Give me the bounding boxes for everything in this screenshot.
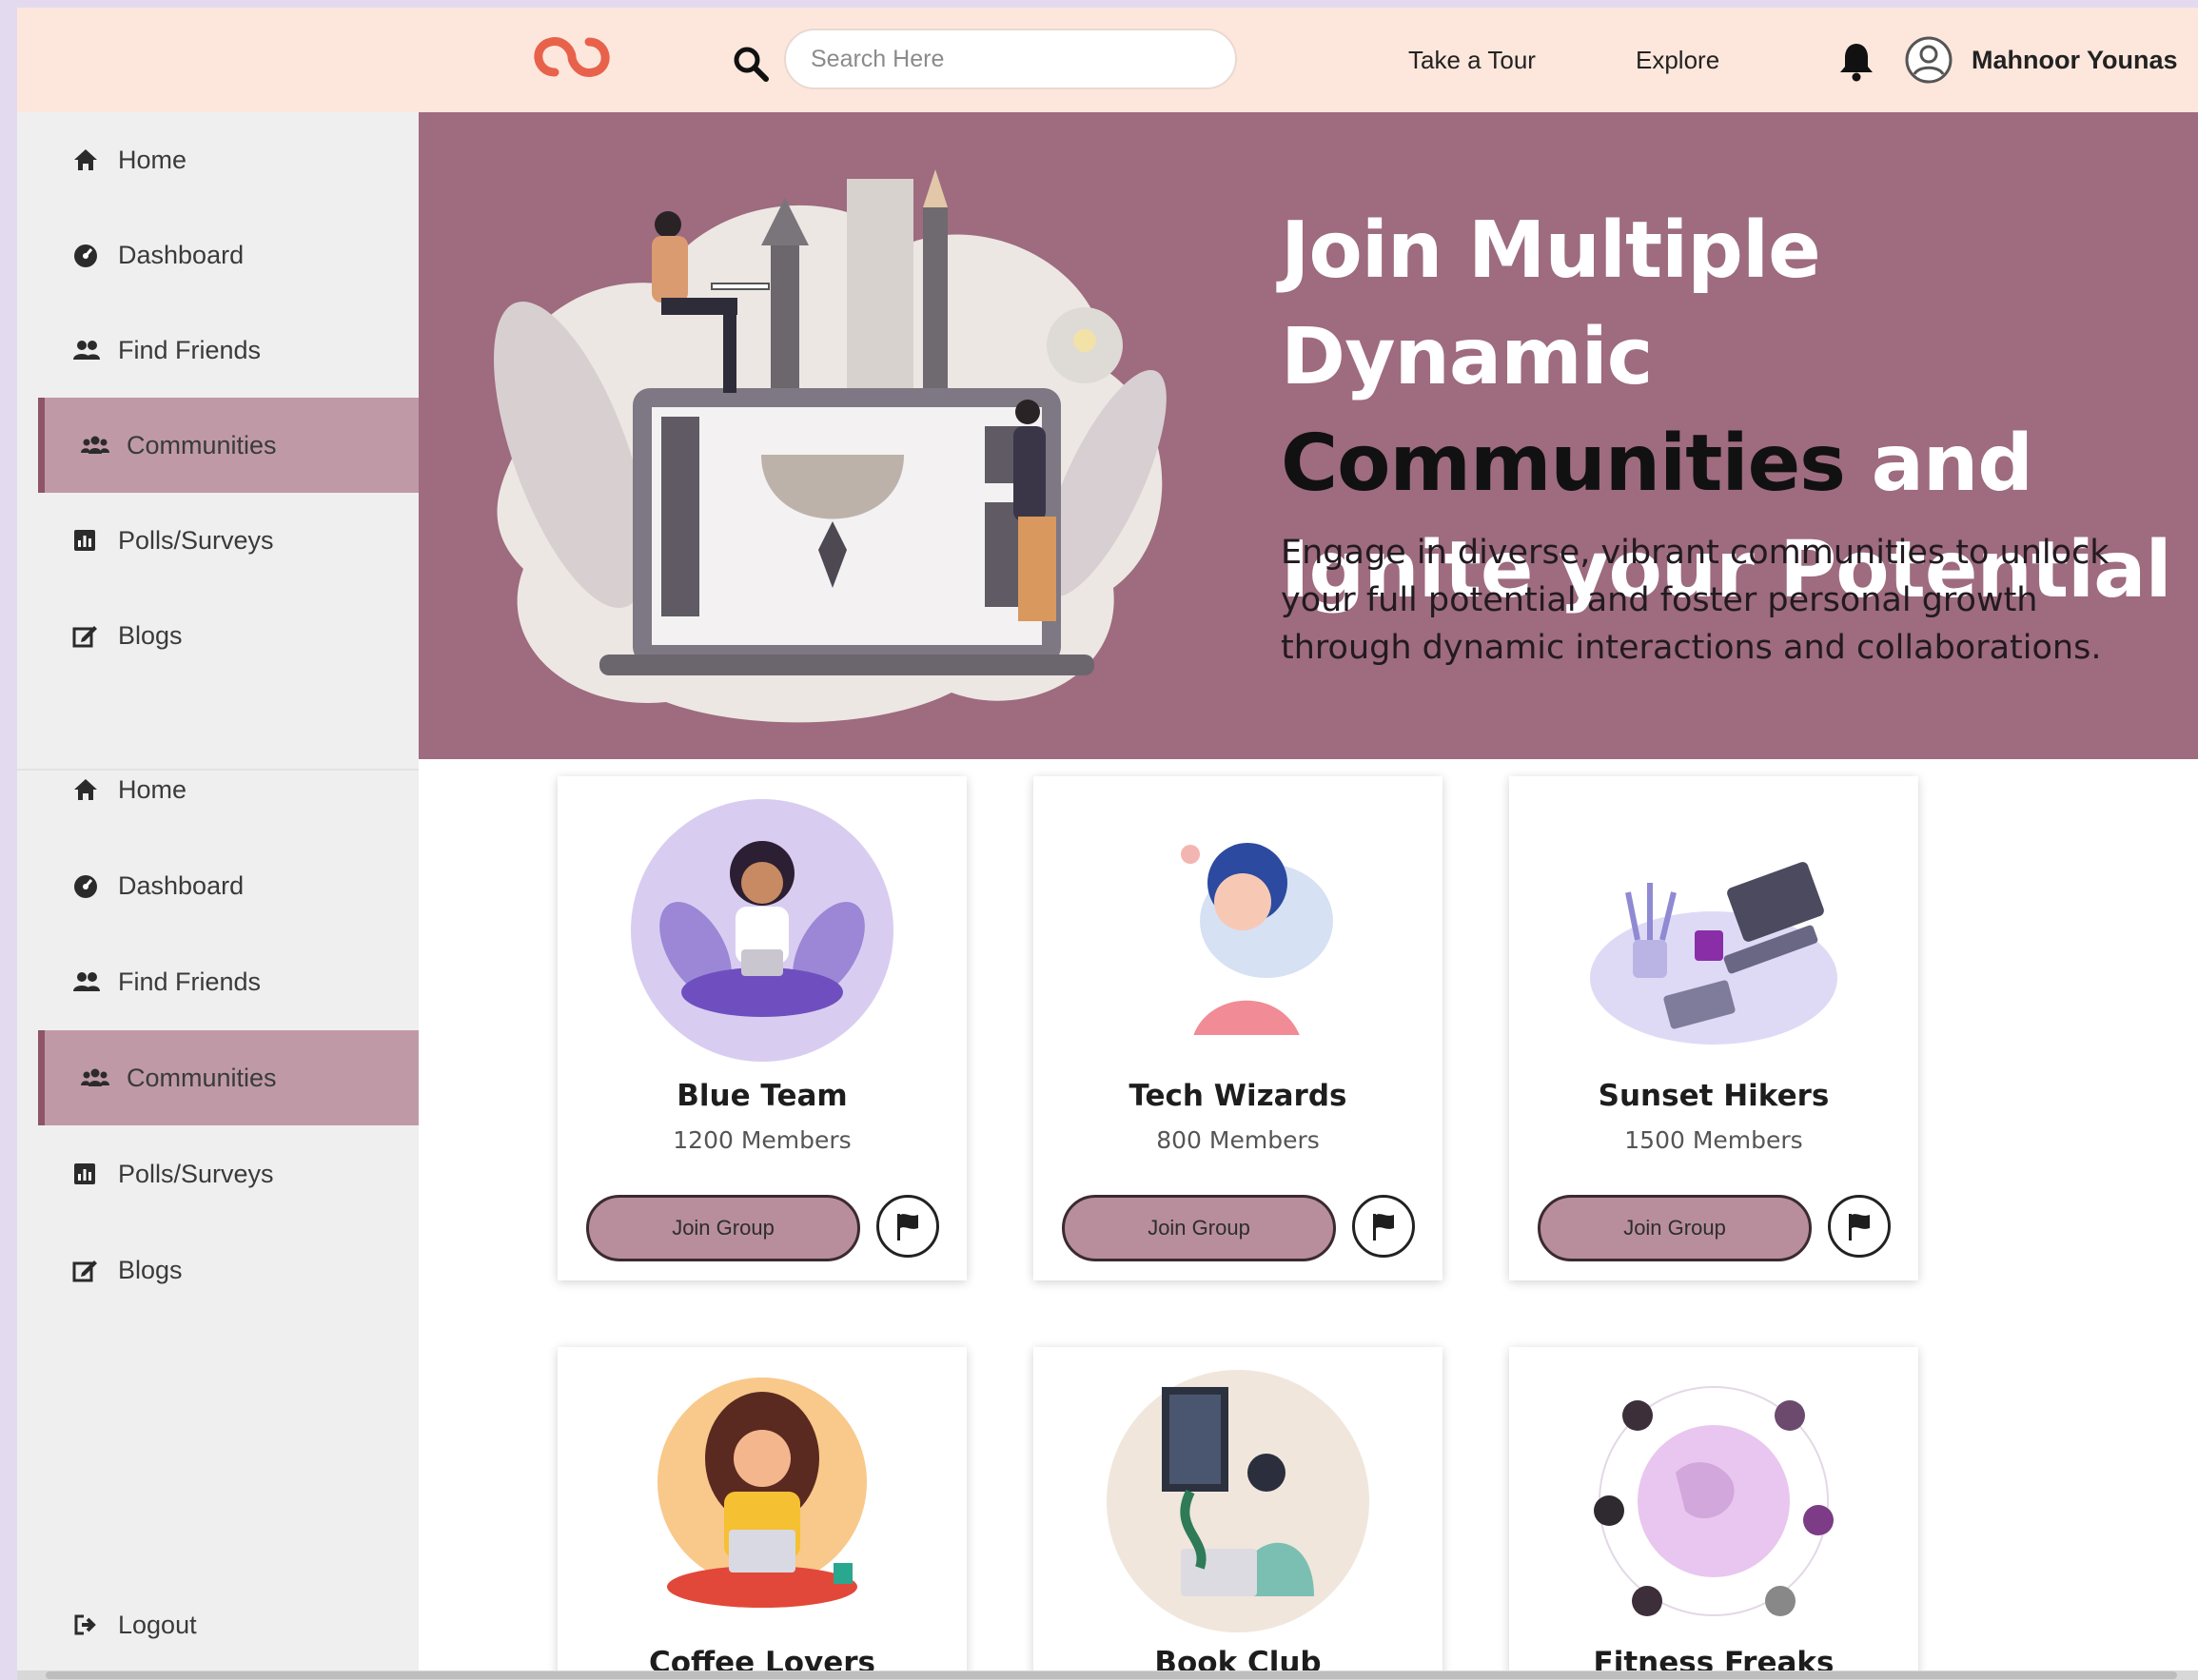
flag-icon <box>1849 1214 1870 1240</box>
sidebar-item-label: Communities <box>127 430 277 459</box>
sidebar-item-label: Polls/Surveys <box>118 1159 274 1188</box>
sidebar-item-label: Polls/Surveys <box>118 525 274 555</box>
logout-icon <box>72 1612 103 1638</box>
sidebar-item-find-friends[interactable]: Find Friends <box>38 934 419 1029</box>
blogs-icon <box>72 622 103 649</box>
woman-with-laptop-illustration <box>657 1377 867 1608</box>
community-card-blue-team: Blue Team 1200 Members Join Group <box>558 776 967 1280</box>
hero-title-part1: Join Multiple Dynamic <box>1281 205 1821 402</box>
meditating-woman-illustration <box>631 799 893 1062</box>
search-input[interactable] <box>784 29 1237 89</box>
sidebar-item-label: Blogs <box>118 620 183 650</box>
community-name: Tech Wizards <box>1128 1079 1347 1113</box>
sidebar-item-communities[interactable]: Communities <box>38 398 419 493</box>
community-card-sunset-hikers: Sunset Hikers 1500 Members Join Group <box>1509 776 1918 1280</box>
polls-icon <box>72 1161 103 1187</box>
take-a-tour-link[interactable]: Take a Tour <box>1408 46 1536 75</box>
sidebar-item-label: Find Friends <box>118 967 262 996</box>
sidebar-item-label: Dashboard <box>118 870 245 900</box>
sidebar-item-find-friends[interactable]: Find Friends <box>38 303 419 398</box>
sidebar-item-blogs[interactable]: Blogs <box>38 1222 419 1318</box>
friends-icon <box>72 968 103 995</box>
user-avatar-icon[interactable] <box>1904 35 1953 85</box>
member-count: 1500 Members <box>1624 1126 1803 1154</box>
reading-woman-illustration <box>1107 1370 1369 1632</box>
sidebar-item-communities[interactable]: Communities <box>38 1030 419 1125</box>
hero-title-highlight: Communities <box>1281 419 1846 509</box>
app-frame: Take a Tour Explore Mahnoor Younas Home … <box>17 8 2198 1680</box>
scrollbar-thumb[interactable] <box>46 1671 2177 1679</box>
sidebar-item-blogs[interactable]: Blogs <box>38 588 419 683</box>
community-card-tech-wizards: Tech Wizards 800 Members Join Group <box>1033 776 1442 1280</box>
logout-button[interactable]: Logout <box>38 1577 419 1672</box>
sidebar-item-label: Home <box>118 774 187 804</box>
communities-icon <box>81 1065 111 1091</box>
member-count: 800 Members <box>1156 1126 1320 1154</box>
join-group-button[interactable]: Join Group <box>1062 1195 1336 1261</box>
sidebar-item-home[interactable]: Home <box>38 112 419 207</box>
flag-icon <box>897 1214 918 1240</box>
communities-grid: Blue Team 1200 Members Join Group Tech W… <box>419 759 2198 1680</box>
sidebar: Home Dashboard Find Friends Communities … <box>17 112 419 1680</box>
community-name: Blue Team <box>677 1079 848 1113</box>
global-people-illustration <box>1594 1386 1834 1616</box>
sidebar-item-label: Blogs <box>118 1255 183 1284</box>
communities-icon <box>81 432 111 459</box>
sidebar-item-label: Communities <box>127 1063 277 1092</box>
member-count: 1200 Members <box>673 1126 852 1154</box>
community-card-coffee-lovers: Coffee Lovers <box>558 1347 967 1680</box>
logout-label: Logout <box>118 1610 197 1639</box>
polls-icon <box>72 527 103 554</box>
report-button[interactable] <box>1828 1195 1891 1258</box>
sidebar-item-label: Find Friends <box>118 335 262 364</box>
hero-description: Engage in diverse, vibrant communities t… <box>1281 534 2110 667</box>
community-card-book-club: Book Club <box>1033 1347 1442 1680</box>
community-name: Sunset Hikers <box>1598 1079 1830 1113</box>
join-group-button[interactable]: Join Group <box>586 1195 860 1261</box>
report-button[interactable] <box>1352 1195 1415 1258</box>
search-icon[interactable] <box>723 36 778 91</box>
thinking-woman-illustration <box>1181 843 1333 1054</box>
sidebar-item-polls-surveys[interactable]: Polls/Surveys <box>38 1126 419 1221</box>
desk-laptop-illustration <box>1590 862 1837 1045</box>
design-workspace-illustration <box>494 169 1167 723</box>
hero-banner: Join Multiple Dynamic Communities and Ig… <box>419 112 2198 759</box>
dashboard-icon <box>72 242 103 268</box>
flag-icon <box>1373 1214 1394 1240</box>
blogs-icon <box>72 1257 103 1283</box>
home-icon <box>72 147 103 173</box>
sidebar-item-label: Dashboard <box>118 240 245 269</box>
top-bar: Take a Tour Explore Mahnoor Younas <box>17 8 2198 112</box>
explore-link[interactable]: Explore <box>1636 46 1719 75</box>
bell-icon[interactable] <box>1836 40 1876 82</box>
sidebar-item-dashboard[interactable]: Dashboard <box>38 838 419 933</box>
sidebar-item-dashboard[interactable]: Dashboard <box>38 207 419 303</box>
join-group-button[interactable]: Join Group <box>1538 1195 1812 1261</box>
sidebar-item-label: Home <box>118 145 187 174</box>
community-card-fitness-freaks: Fitness Freaks <box>1509 1347 1918 1680</box>
app-logo[interactable] <box>526 30 618 84</box>
friends-icon <box>72 337 103 363</box>
sidebar-item-polls-surveys[interactable]: Polls/Surveys <box>38 493 419 588</box>
sidebar-item-home[interactable]: Home <box>38 742 419 837</box>
user-name[interactable]: Mahnoor Younas <box>1972 46 2178 75</box>
report-button[interactable] <box>876 1195 939 1258</box>
dashboard-icon <box>72 872 103 899</box>
home-icon <box>72 776 103 803</box>
